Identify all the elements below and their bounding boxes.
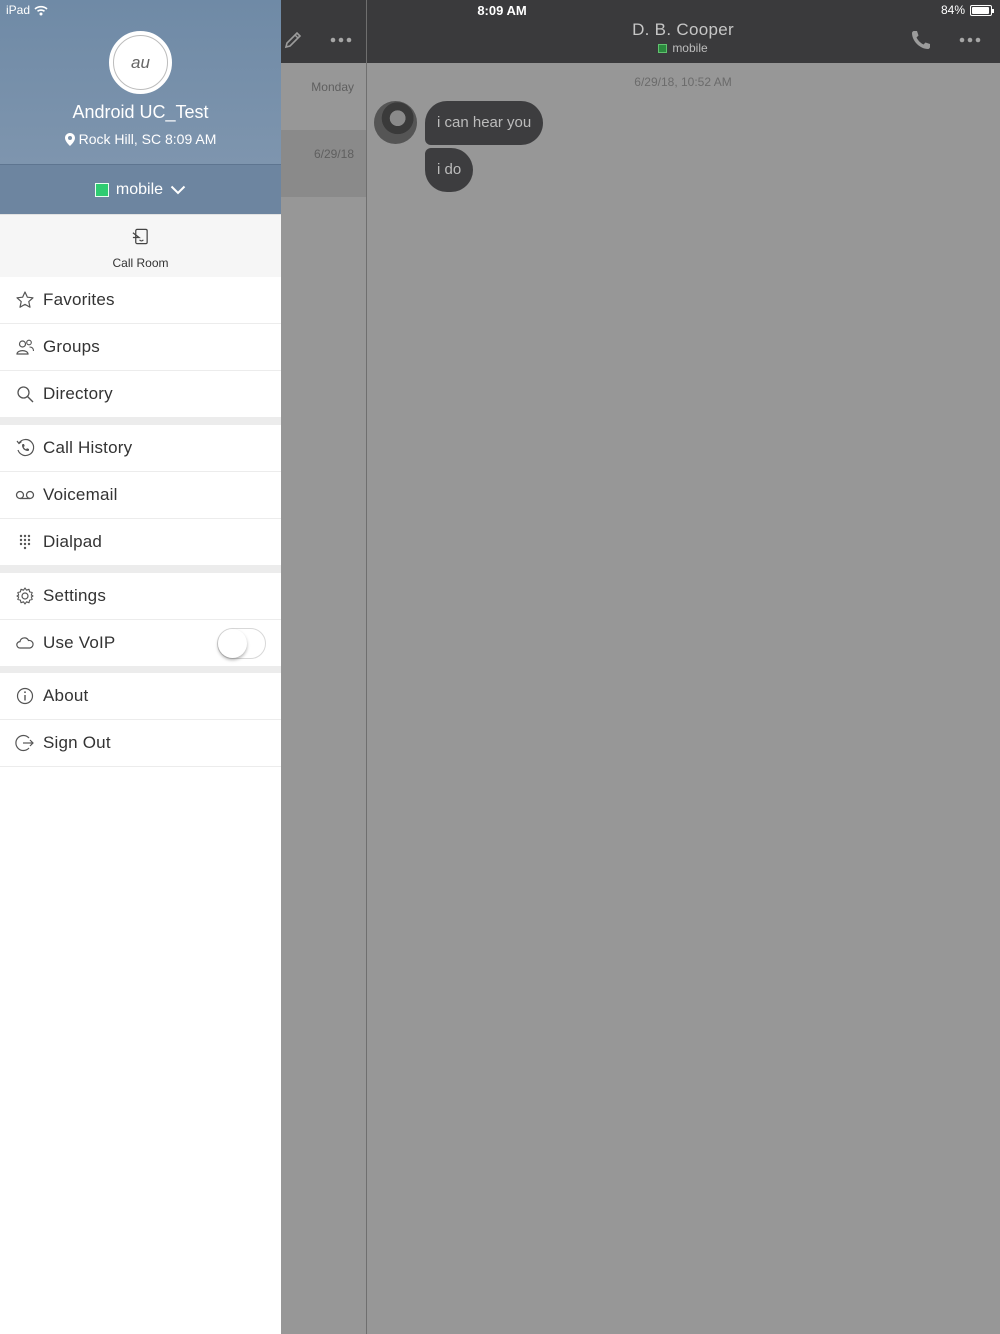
chat-contact-status: mobile xyxy=(583,41,783,55)
menu-item-use-voip: Use VoIP xyxy=(0,620,281,667)
menu-item-voicemail[interactable]: Voicemail xyxy=(0,472,281,519)
message-bubble: i can hear you xyxy=(425,101,544,145)
menu-item-label: Groups xyxy=(43,337,100,356)
menu-item-label: Directory xyxy=(43,384,113,403)
menu-separator xyxy=(0,418,281,425)
user-location: Rock Hill, SC 8:09 AM xyxy=(0,131,281,147)
menu-item-label: Favorites xyxy=(43,290,115,309)
phone-icon[interactable] xyxy=(909,28,933,52)
chat-contact-name: D. B. Cooper xyxy=(632,20,734,39)
gear-icon xyxy=(16,587,34,605)
menu-item-label: Call History xyxy=(43,438,133,457)
call-room-label: Call Room xyxy=(112,256,169,270)
menu-item-label: Dialpad xyxy=(43,532,103,551)
presence-label: mobile xyxy=(115,180,164,198)
voip-toggle[interactable] xyxy=(217,628,266,659)
info-icon xyxy=(16,687,34,705)
user-name: Android UC_Test xyxy=(72,102,209,122)
status-time: 8:09 AM xyxy=(477,3,527,18)
device-status: iPad xyxy=(6,3,48,17)
profile-header: iPad au Android UC_Test Rock Hill, SC 8:… xyxy=(0,0,281,164)
voip-toggle-knob xyxy=(218,629,247,658)
menu-item-label: Use VoIP xyxy=(43,633,116,652)
call-history-icon xyxy=(16,438,35,457)
sign-out-icon xyxy=(15,734,34,752)
menu-item-label: Voicemail xyxy=(43,485,118,504)
message-bubble: i do xyxy=(425,148,474,192)
menu-separator xyxy=(0,666,281,673)
conversation-item-selected[interactable]: 6/29/18 xyxy=(281,130,366,197)
user-avatar[interactable]: au xyxy=(109,31,172,94)
presence-selector[interactable]: mobile xyxy=(0,164,281,214)
chat-date: 6/29/18, 10:52 AM xyxy=(634,75,732,89)
device-label: iPad xyxy=(6,3,31,17)
pane-divider xyxy=(366,0,367,1334)
call-room-icon xyxy=(132,228,148,245)
user-initials: au xyxy=(113,35,168,90)
presence-indicator xyxy=(94,182,109,197)
presence-indicator xyxy=(658,43,668,53)
navigation-drawer: iPad au Android UC_Test Rock Hill, SC 8:… xyxy=(0,0,281,1334)
battery-status: 84% xyxy=(940,3,994,17)
conversation-item[interactable]: Monday xyxy=(281,63,366,130)
voicemail-icon xyxy=(15,490,35,500)
compose-icon[interactable] xyxy=(283,30,303,50)
menu-separator xyxy=(0,566,281,573)
menu-item-dialpad[interactable]: Dialpad xyxy=(0,519,281,566)
menu-item-settings[interactable]: Settings xyxy=(0,573,281,620)
battery-percent: 84% xyxy=(940,3,965,17)
search-icon xyxy=(17,386,34,403)
battery-icon xyxy=(970,4,994,16)
menu-item-groups[interactable]: Groups xyxy=(0,324,281,371)
menu-item-sign-out[interactable]: Sign Out xyxy=(0,720,281,767)
more-options-left-icon[interactable] xyxy=(328,30,354,50)
groups-icon xyxy=(16,339,35,355)
call-room-button[interactable]: Call Room xyxy=(0,214,281,277)
chevron-down-icon xyxy=(170,185,186,194)
conversation-date: Monday xyxy=(311,80,354,94)
menu-item-about[interactable]: About xyxy=(0,673,281,720)
star-icon xyxy=(16,291,34,308)
menu-item-label: Sign Out xyxy=(43,733,111,752)
conversation-list: Monday 6/29/18 xyxy=(281,63,366,1334)
contact-avatar xyxy=(374,101,417,144)
menu-item-label: Settings xyxy=(43,586,107,605)
user-location-label: Rock Hill, SC 8:09 AM xyxy=(78,131,217,147)
chat-contact-status-label: mobile xyxy=(672,41,708,55)
cloud-icon xyxy=(16,637,34,649)
dialpad-icon xyxy=(19,534,31,550)
location-pin-icon xyxy=(64,132,75,146)
more-options-right-icon[interactable] xyxy=(957,30,983,50)
menu-item-label: About xyxy=(43,686,89,705)
wifi-icon xyxy=(34,5,48,15)
menu-item-call-history[interactable]: Call History xyxy=(0,425,281,472)
menu-item-favorites[interactable]: Favorites xyxy=(0,277,281,324)
conversation-date: 6/29/18 xyxy=(313,147,354,161)
menu-item-directory[interactable]: Directory xyxy=(0,371,281,418)
